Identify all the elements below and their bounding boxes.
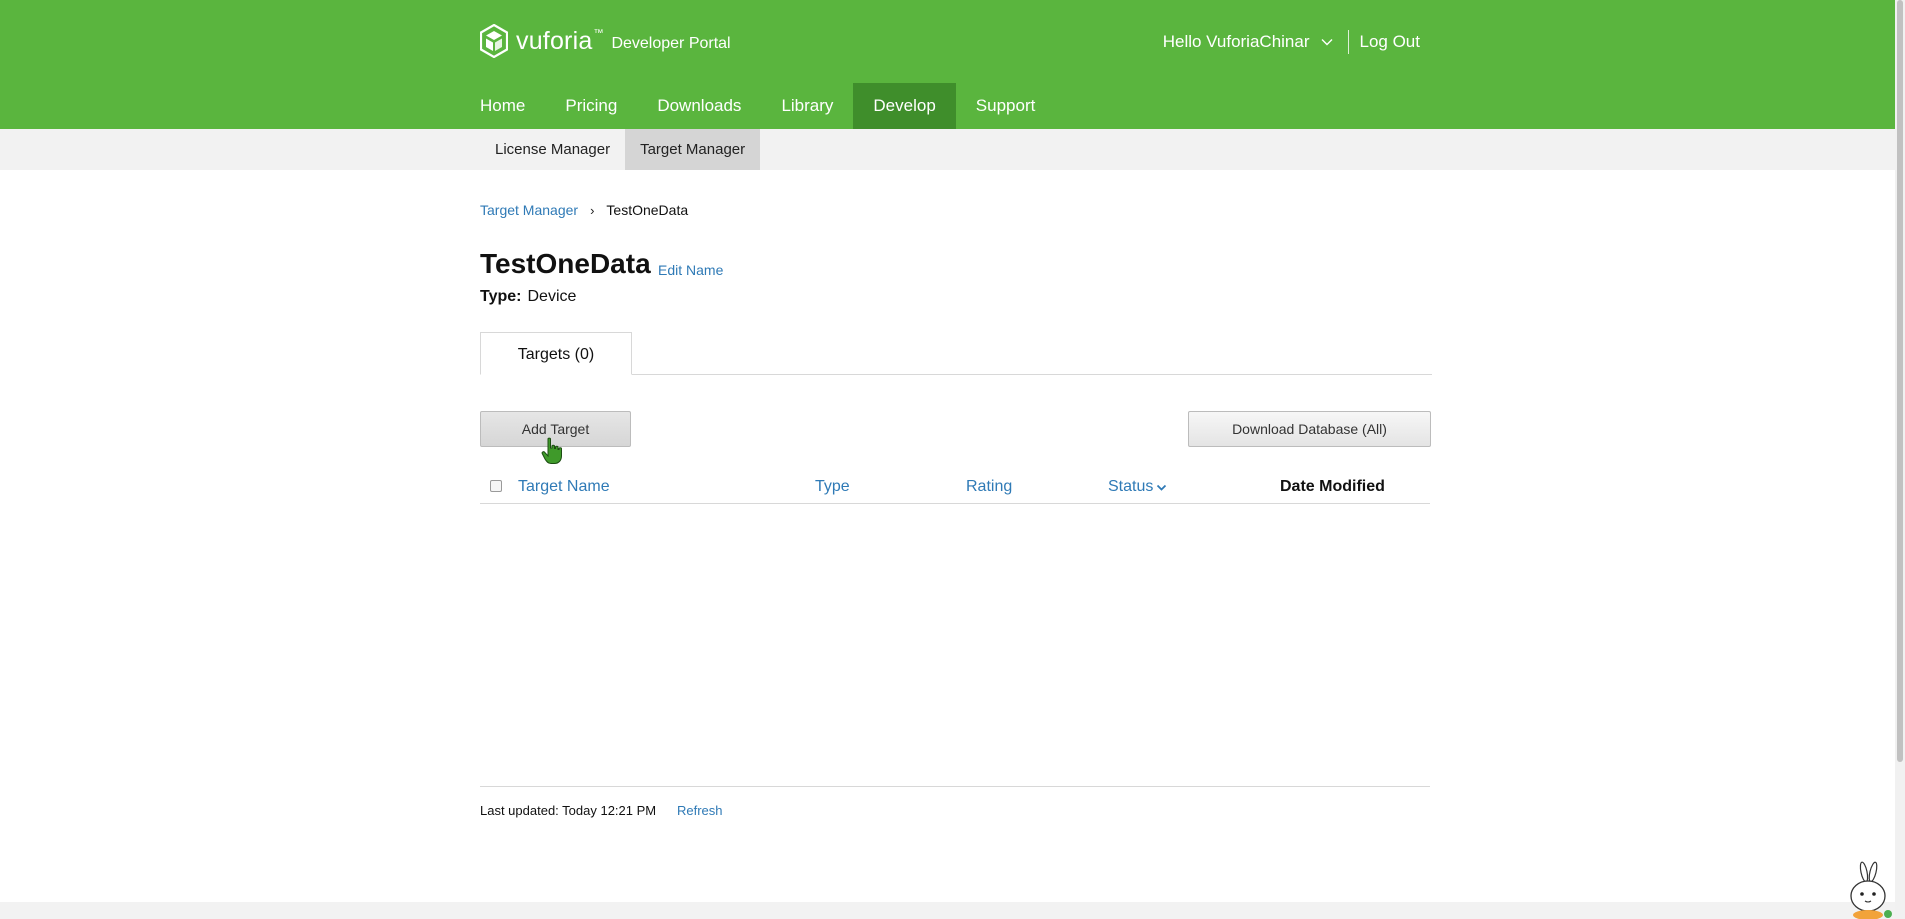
breadcrumb-current: TestOneData <box>606 202 689 218</box>
column-rating[interactable]: Rating <box>966 478 1012 496</box>
user-menu: Hello VuforiaChinar Log Out <box>1163 30 1420 54</box>
hand-cursor-icon <box>541 437 562 464</box>
sub-nav: License Manager Target Manager <box>0 129 1895 170</box>
chevron-right-icon: › <box>590 202 595 218</box>
column-date-modified[interactable]: Date Modified <box>1280 478 1385 496</box>
breadcrumb-target-manager[interactable]: Target Manager <box>480 202 578 218</box>
subnav-item-target-manager[interactable]: Target Manager <box>625 129 761 170</box>
nav-item-downloads[interactable]: Downloads <box>637 83 761 129</box>
vuforia-logo-icon <box>480 24 508 58</box>
nav-item-support[interactable]: Support <box>956 83 1056 129</box>
type-value: Device <box>527 288 577 305</box>
table-footer-divider <box>480 786 1430 787</box>
tab-targets[interactable]: Targets (0) <box>480 332 632 375</box>
page-footer-band <box>0 902 1895 919</box>
main-nav: Home Pricing Downloads Library Develop S… <box>480 83 1055 129</box>
subnav-item-license-manager[interactable]: License Manager <box>480 129 625 170</box>
page-title: TestOneData <box>480 248 651 279</box>
refresh-link[interactable]: Refresh <box>677 803 723 818</box>
scrollbar-thumb[interactable] <box>1897 0 1903 762</box>
logout-link[interactable]: Log Out <box>1360 32 1421 52</box>
column-status[interactable]: Status <box>1108 478 1167 496</box>
trademark-symbol: ™ <box>593 27 604 39</box>
user-greeting[interactable]: Hello VuforiaChinar <box>1163 32 1310 52</box>
nav-item-home[interactable]: Home <box>480 83 545 129</box>
divider <box>1347 30 1349 54</box>
nav-item-library[interactable]: Library <box>761 83 853 129</box>
column-status-label: Status <box>1108 478 1154 495</box>
targets-table-header: Target Name Type Rating Status Date Modi… <box>480 474 1430 504</box>
nav-item-develop[interactable]: Develop <box>853 83 956 129</box>
column-target-name[interactable]: Target Name <box>518 478 610 496</box>
vuforia-logo[interactable]: vuforia ™ Developer Portal <box>480 24 731 58</box>
breadcrumb: Target Manager › TestOneData <box>480 202 688 218</box>
nav-item-pricing[interactable]: Pricing <box>545 83 637 129</box>
select-all-checkbox[interactable] <box>490 480 502 492</box>
edit-name-link[interactable]: Edit Name <box>658 262 723 278</box>
type-label: Type: <box>480 288 522 305</box>
chevron-down-icon <box>1157 484 1167 491</box>
last-updated-text: Last updated: Today 12:21 PM <box>480 803 657 818</box>
database-type: Type: Device <box>480 288 576 306</box>
chevron-down-icon[interactable] <box>1320 35 1334 49</box>
bunny-mascot-icon[interactable] <box>1842 860 1892 919</box>
column-type[interactable]: Type <box>815 478 850 496</box>
brand-name: vuforia <box>516 26 593 55</box>
portal-label: Developer Portal <box>611 35 731 52</box>
top-header: vuforia ™ Developer Portal Hello Vuforia… <box>0 0 1895 129</box>
download-database-button[interactable]: Download Database (All) <box>1188 411 1431 447</box>
vertical-scrollbar[interactable] <box>1895 0 1905 919</box>
